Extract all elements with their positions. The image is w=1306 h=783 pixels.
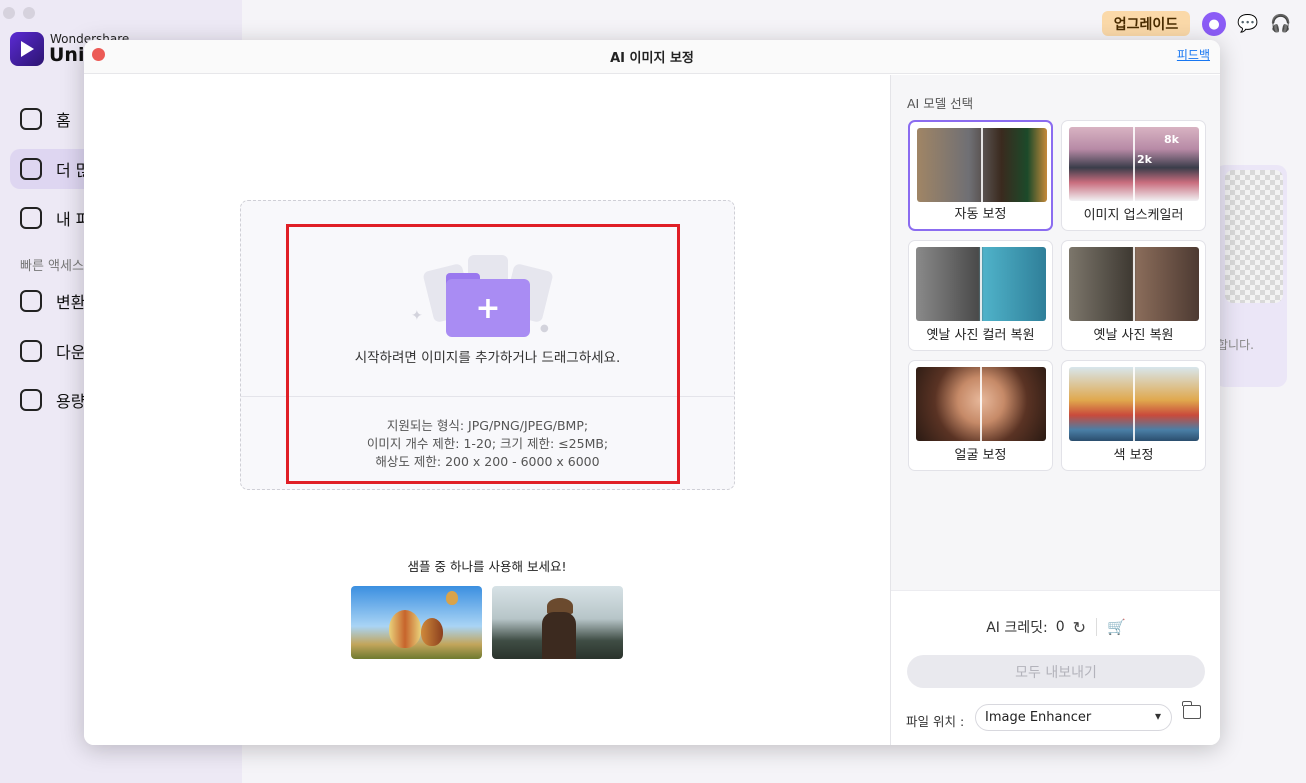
export-all-button[interactable]: 모두 내보내기 <box>907 655 1205 688</box>
cart-icon[interactable]: 🛒 <box>1107 618 1126 636</box>
upgrade-button[interactable]: 업그레이드 <box>1102 11 1190 36</box>
model-thumbnail: 8k 2k <box>1069 127 1199 201</box>
refresh-icon[interactable]: ↻ <box>1073 618 1086 637</box>
sample-image-portrait[interactable] <box>492 586 623 659</box>
feedback-link[interactable]: 피드백 <box>1177 46 1210 63</box>
comparison-divider <box>1133 127 1135 201</box>
compress-icon <box>20 389 42 411</box>
model-card-face-enhance[interactable]: 얼굴 보정 <box>908 360 1053 471</box>
chevron-down-icon: ▾ <box>1154 709 1161 723</box>
model-thumbnail <box>916 247 1046 321</box>
sidebar-item-label: 홈 <box>56 111 71 130</box>
model-thumbnail <box>917 128 1047 202</box>
model-card-color-correct[interactable]: 색 보정 <box>1061 360 1206 471</box>
balloon-shape <box>446 591 458 605</box>
window-minimize-dot[interactable] <box>23 7 35 19</box>
sidebar-item-label: 다운 <box>56 343 86 362</box>
person-shape <box>542 612 576 659</box>
file-location-value: Image Enhancer <box>985 710 1092 725</box>
open-folder-icon[interactable] <box>1182 701 1201 719</box>
credits-value: 0 <box>1055 619 1065 635</box>
comparison-divider <box>981 128 983 202</box>
file-location-select[interactable]: Image Enhancer ▾ <box>975 704 1172 731</box>
convert-icon <box>20 290 42 312</box>
download-icon <box>20 340 42 362</box>
model-card-upscaler[interactable]: 8k 2k 이미지 업스케일러 <box>1061 120 1206 231</box>
badge-2k: 2k <box>1137 153 1152 166</box>
model-label: 자동 보정 <box>954 207 1007 222</box>
window-close-dot[interactable] <box>3 7 15 19</box>
sidebar-item-label: 변환 <box>56 293 86 312</box>
upload-panel: + ✦ ● 시작하려면 이미지를 추가하거나 드래그하세요. 지원되는 형식: … <box>84 75 890 745</box>
comparison-divider <box>980 367 982 441</box>
model-card-auto-enhance[interactable]: 자동 보정 <box>908 120 1053 231</box>
background-tool-image <box>1225 170 1283 303</box>
model-label: 옛날 사진 컬러 복원 <box>926 328 1035 343</box>
file-location-label: 파일 위치 : <box>906 714 965 729</box>
model-label: 색 보정 <box>1113 448 1154 463</box>
file-icon <box>20 207 42 229</box>
model-thumbnail <box>1069 247 1199 321</box>
comparison-divider <box>1133 247 1135 321</box>
model-thumbnail <box>916 367 1046 441</box>
dialog-header: AI 이미지 보정 피드백 <box>84 40 1220 74</box>
model-label: 옛날 사진 복원 <box>1093 328 1174 343</box>
balloon-shape <box>389 610 421 648</box>
model-label: 이미지 업스케일러 <box>1083 208 1184 223</box>
support-headset-icon[interactable]: 🎧 <box>1269 12 1293 36</box>
model-heading: AI 모델 선택 <box>907 96 974 111</box>
ai-image-enhancer-dialog: AI 이미지 보정 피드백 + ✦ ● 시작하려면 이미지를 추가하거나 드래그… <box>84 40 1220 745</box>
app-logo <box>10 32 44 66</box>
toolbox-icon <box>20 158 42 180</box>
sidebar-item-label: 용량 <box>56 392 86 411</box>
model-label: 얼굴 보정 <box>954 448 1007 463</box>
home-icon <box>20 108 42 130</box>
badge-8k: 8k <box>1164 133 1179 146</box>
sample-heading: 샘플 중 하나를 사용해 보세요! <box>407 559 567 574</box>
model-card-old-photo-restore[interactable]: 옛날 사진 복원 <box>1061 240 1206 351</box>
model-card-old-photo-colorize[interactable]: 옛날 사진 컬러 복원 <box>908 240 1053 351</box>
export-area: AI 크레딧: 0 ↻ 🛒 모두 내보내기 파일 위치 : Image Enha… <box>891 590 1220 745</box>
user-avatar-icon[interactable]: ● <box>1202 12 1226 36</box>
highlight-annotation-box <box>286 224 680 484</box>
sample-image-balloons[interactable] <box>351 586 482 659</box>
balloon-shape <box>421 618 443 646</box>
model-panel: AI 모델 선택 자동 보정 8k 2k 이미지 업스케일러 옛날 사진 컬러 … <box>890 75 1220 745</box>
background-tool-text: 합니다. <box>1217 338 1254 352</box>
credits-row: AI 크레딧: 0 ↻ 🛒 <box>891 617 1220 637</box>
comparison-divider <box>1133 367 1135 441</box>
comparison-divider <box>980 247 982 321</box>
credits-label: AI 크레딧: <box>986 620 1048 636</box>
message-icon[interactable]: 💬 <box>1236 12 1260 36</box>
model-thumbnail <box>1069 367 1199 441</box>
quick-access-heading: 빠른 액세스 <box>20 259 84 274</box>
dialog-title: AI 이미지 보정 <box>610 51 694 66</box>
divider <box>1096 618 1098 636</box>
